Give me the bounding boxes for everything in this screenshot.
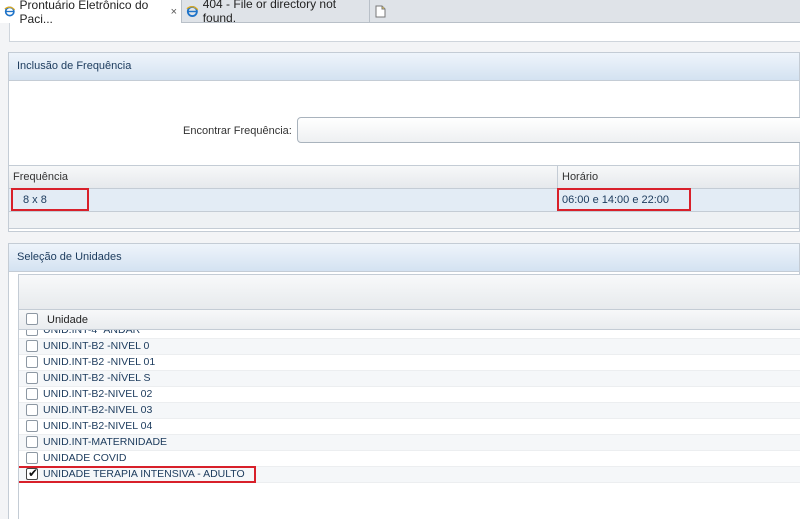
select-all-checkbox[interactable] [26, 313, 38, 325]
list-item[interactable]: UNID.INT-B2-NIVEL 02 [19, 387, 800, 403]
unit-checkbox[interactable] [26, 330, 38, 336]
unit-label: UNID.INT-MATERNIDADE [43, 436, 168, 448]
unit-label: UNID.INT-B2 -NIVEL 0 [43, 340, 150, 352]
units-list: UNID.INT-4º ANDAR UNID.INT-B2 -NIVEL 0 U… [19, 330, 800, 520]
unidades-panel: Seleção de Unidades Unidade UNID.INT-4º … [8, 243, 800, 522]
grid-toolbar [19, 275, 800, 310]
unit-checkbox[interactable] [26, 388, 38, 400]
unit-checkbox[interactable] [26, 404, 38, 416]
list-item[interactable]: UNID.INT-B2-NIVEL 03 [19, 403, 800, 419]
unit-checkbox[interactable] [26, 340, 38, 352]
list-item[interactable]: UNID.INT-B2 -NIVEL 01 [19, 355, 800, 371]
unit-checkbox[interactable] [26, 420, 38, 432]
find-frequency-label: Encontrar Frequência: [183, 125, 292, 137]
top-strip [9, 23, 800, 42]
unit-checkbox[interactable] [26, 356, 38, 368]
list-item[interactable]: UNID.INT-B2-NIVEL 04 [19, 419, 800, 435]
list-item[interactable]: UNID.INT-B2 -NIVEL 0 [19, 339, 800, 355]
unit-label: UNIDADE TERAPIA INTENSIVA - ADULTO [43, 468, 245, 480]
new-tab-icon [375, 5, 386, 17]
unit-checkbox[interactable] [26, 436, 38, 448]
panel-title: Seleção de Unidades [9, 244, 799, 272]
table-row[interactable]: 8 x 8 06:00 e 14:00 e 22:00 [9, 189, 799, 212]
cell-frequencia: 8 x 8 [23, 194, 47, 206]
unit-checkbox-checked[interactable] [26, 466, 38, 481]
frequency-table: Frequência Horário 8 x 8 06:00 e 14:00 e… [9, 165, 799, 229]
unit-label: UNIDADE COVID [43, 452, 127, 464]
table-header: Frequência Horário [9, 165, 799, 189]
column-header-frequencia[interactable]: Frequência [13, 171, 68, 183]
column-header-unidade[interactable]: Unidade [47, 314, 88, 326]
list-item[interactable]: UNIDADE COVID [19, 451, 800, 467]
unit-label: UNID.INT-B2-NIVEL 03 [43, 404, 153, 416]
page-content: Inclusão de Frequência Encontrar Frequên… [0, 23, 800, 530]
list-item[interactable]: UNID.INT-B2 -NÍVEL S [19, 371, 800, 387]
unit-checkbox[interactable] [26, 452, 38, 464]
unit-label: UNID.INT-B2 -NIVEL 01 [43, 356, 156, 368]
ie-icon [4, 6, 16, 17]
tab-404[interactable]: 404 - File or directory not found. [182, 0, 370, 25]
unit-label: UNID.INT-B2-NIVEL 04 [43, 420, 153, 432]
tab-label: Prontuário Eletrônico do Paci... [19, 0, 149, 26]
unit-checkbox[interactable] [26, 372, 38, 384]
list-item[interactable]: UNIDADE TERAPIA INTENSIVA - ADULTO [19, 466, 800, 483]
find-frequency-input[interactable] [297, 117, 800, 143]
tab-prontuario[interactable]: Prontuário Eletrônico do Paci... × [0, 0, 182, 26]
panel-title: Inclusão de Frequência [9, 53, 799, 81]
new-tab-button[interactable] [370, 0, 392, 22]
list-item[interactable]: UNID.INT-4º ANDAR [19, 330, 800, 339]
tab-label: 404 - File or directory not found. [202, 0, 337, 25]
unit-label: UNID.INT-B2-NIVEL 02 [43, 388, 153, 400]
table-footer [9, 212, 799, 229]
ie-icon [186, 5, 199, 17]
bottom-area [0, 519, 800, 530]
list-item[interactable]: UNID.INT-MATERNIDADE [19, 435, 800, 451]
browser-tab-bar: Prontuário Eletrônico do Paci... × 404 -… [0, 0, 800, 26]
unit-label: UNID.INT-4º ANDAR [43, 330, 141, 336]
grid-header: Unidade [19, 310, 800, 330]
frequencia-panel: Inclusão de Frequência Encontrar Frequên… [8, 52, 800, 232]
unit-label: UNID.INT-B2 -NÍVEL S [43, 372, 151, 384]
cell-horario: 06:00 e 14:00 e 22:00 [562, 194, 670, 206]
units-grid: Unidade UNID.INT-4º ANDAR UNID.INT-B2 -N… [18, 274, 800, 522]
column-header-horario[interactable]: Horário [562, 171, 598, 183]
close-icon[interactable]: × [171, 6, 177, 18]
